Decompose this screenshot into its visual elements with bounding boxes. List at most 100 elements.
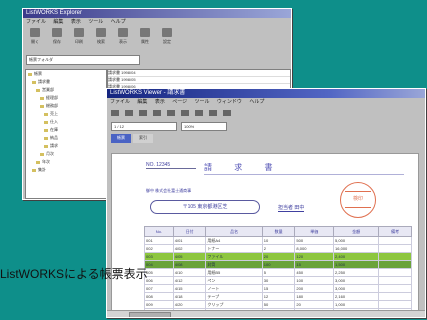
table-cell: 120 — [294, 252, 335, 261]
zoom-out-icon[interactable] — [209, 109, 217, 116]
toolbar-open-button[interactable]: 開く — [26, 28, 44, 48]
table-row[interactable]: 001 4/01 用紙A4 10 500 5,000 — [144, 236, 412, 245]
table-cell — [378, 292, 412, 301]
table-cell: 006 — [144, 276, 174, 285]
menu-tools[interactable]: ツール — [88, 19, 103, 25]
viewer-menu-window[interactable]: ウィンドウ — [217, 99, 242, 105]
customer-name: 御中 株式会社富士通商事 — [146, 188, 192, 193]
table-cell: 2,250 — [333, 268, 380, 277]
table-cell: 4/18 — [172, 292, 207, 301]
table-row[interactable]: 009 4/20 クリップ 50 20 1,000 — [144, 300, 412, 309]
viewer-menu-file[interactable]: ファイル — [110, 99, 130, 105]
table-body: 001 4/01 用紙A4 10 500 5,000 002 4/02 トナー 2 8,000 16,… — [144, 236, 412, 317]
viewer-menu-page[interactable]: ページ — [172, 99, 187, 105]
menu-file[interactable]: ファイル — [26, 19, 46, 25]
approval-seal: 検印 — [340, 182, 376, 218]
toolbar-settings-button[interactable]: 設定 — [158, 28, 176, 48]
toolbar-search-button[interactable]: 検索 — [92, 28, 110, 48]
table-cell: 4/02 — [172, 244, 207, 253]
table-row[interactable]: 002 4/02 トナー 2 8,000 16,000 — [144, 244, 412, 253]
tree-item[interactable]: 帳票 — [26, 70, 106, 78]
form-title: 請 求 書 — [204, 163, 283, 172]
last-page-icon[interactable] — [181, 109, 189, 116]
horizontal-scrollbar[interactable] — [107, 310, 425, 317]
table-row[interactable]: 004 4/08 封筒 100 15 1,500 — [144, 260, 412, 269]
list-item[interactable]: 請求書 1998/04 — [108, 70, 290, 77]
viewer-toolbar — [107, 106, 425, 119]
toolbar-save-button[interactable]: 保存 — [48, 28, 66, 48]
viewer-menu-tools[interactable]: ツール — [195, 99, 210, 105]
table-cell: 8,000 — [294, 244, 335, 253]
folder-tree[interactable]: 帳票 請求書 営業部 経理部 総務部 売上 仕入 在庫 納品 請求 月次 年次 … — [25, 69, 107, 199]
table-cell: ペン — [205, 276, 263, 285]
table-cell: 30 — [261, 276, 296, 285]
toolbar-view-button[interactable]: 表示 — [114, 28, 132, 48]
tab-index[interactable]: 索引 — [133, 134, 153, 143]
prev-page-icon[interactable] — [153, 109, 161, 116]
table-cell — [378, 300, 412, 309]
table-cell: 用紙B5 — [205, 268, 263, 277]
tree-item[interactable]: 在庫 — [26, 126, 106, 134]
table-cell: 200 — [294, 284, 335, 293]
first-page-icon[interactable] — [139, 109, 147, 116]
tree-item[interactable]: 年次 — [26, 158, 106, 166]
tree-item[interactable]: 請求 — [26, 142, 106, 150]
table-cell: 500 — [294, 236, 335, 245]
title-underline — [204, 174, 404, 175]
explorer-titlebar[interactable]: ListWORKS Explorer — [23, 9, 291, 18]
table-cell: 180 — [294, 292, 335, 301]
folder-icon — [30, 28, 40, 37]
tab-form[interactable]: 帳票 — [111, 134, 131, 143]
tree-item[interactable]: 総務部 — [26, 102, 106, 110]
scroll-thumb[interactable] — [129, 312, 171, 317]
col-header: 数量 — [261, 226, 296, 237]
explorer-menubar: ファイル 編集 表示 ツール ヘルプ — [23, 18, 291, 26]
back-icon[interactable] — [111, 109, 119, 116]
table-cell: 4/01 — [172, 236, 207, 245]
table-cell: 用紙A4 — [205, 236, 263, 245]
menu-help[interactable]: ヘルプ — [111, 19, 126, 25]
table-row[interactable]: 003 4/05 ファイル 20 120 2,400 — [144, 252, 412, 261]
settings-icon — [162, 28, 172, 37]
tree-item[interactable]: 仕入 — [26, 118, 106, 126]
table-row[interactable]: 008 4/18 テープ 12 180 2,160 — [144, 292, 412, 301]
tree-item[interactable]: 請求書 — [26, 78, 106, 86]
table-cell: 封筒 — [205, 260, 263, 269]
table-cell: クリップ — [205, 300, 263, 309]
page-field[interactable]: 1 / 12 — [111, 121, 177, 131]
table-cell: 5,000 — [333, 236, 380, 245]
table-row[interactable]: 005 4/10 用紙B5 5 450 2,250 — [144, 268, 412, 277]
table-cell: 1,000 — [333, 300, 380, 309]
table-cell: 2 — [261, 244, 296, 253]
menu-edit[interactable]: 編集 — [53, 19, 63, 25]
col-header: 日付 — [172, 226, 207, 237]
table-row[interactable]: 007 4/15 ノート 15 200 3,000 — [144, 284, 412, 293]
list-item[interactable]: 請求書 1998/05 — [108, 77, 290, 84]
print-icon[interactable] — [223, 109, 231, 116]
forward-icon[interactable] — [125, 109, 133, 116]
table-cell: 4/20 — [172, 300, 207, 309]
viewer-menu-help[interactable]: ヘルプ — [249, 99, 264, 105]
table-cell — [378, 276, 412, 285]
tree-item[interactable]: 経理部 — [26, 94, 106, 102]
viewer-titlebar[interactable]: ListWORKS Viewer - 請求書 — [107, 89, 425, 98]
next-page-icon[interactable] — [167, 109, 175, 116]
form-number: NO. 12345 — [146, 162, 196, 169]
table-cell: 4/15 — [172, 284, 207, 293]
tree-item[interactable]: 納品 — [26, 134, 106, 142]
table-row[interactable]: 006 4/12 ペン 30 100 3,000 — [144, 276, 412, 285]
toolbar-print-button[interactable]: 印刷 — [70, 28, 88, 48]
tree-item[interactable]: 集計 — [26, 166, 106, 174]
tree-item[interactable]: 売上 — [26, 110, 106, 118]
viewer-window[interactable]: ListWORKS Viewer - 請求書 ファイル 編集 表示 ページ ツー… — [106, 88, 426, 318]
tree-item[interactable]: 月次 — [26, 150, 106, 158]
explorer-address-field[interactable]: 帳票フォルダ — [26, 55, 140, 65]
viewer-menu-edit[interactable]: 編集 — [137, 99, 147, 105]
zoom-field[interactable]: 100% — [181, 121, 227, 131]
zoom-in-icon[interactable] — [195, 109, 203, 116]
viewer-menu-view[interactable]: 表示 — [155, 99, 165, 105]
toolbar-properties-button[interactable]: 属性 — [136, 28, 154, 48]
table-cell: 007 — [144, 284, 174, 293]
menu-view[interactable]: 表示 — [71, 19, 81, 25]
tree-item[interactable]: 営業部 — [26, 86, 106, 94]
